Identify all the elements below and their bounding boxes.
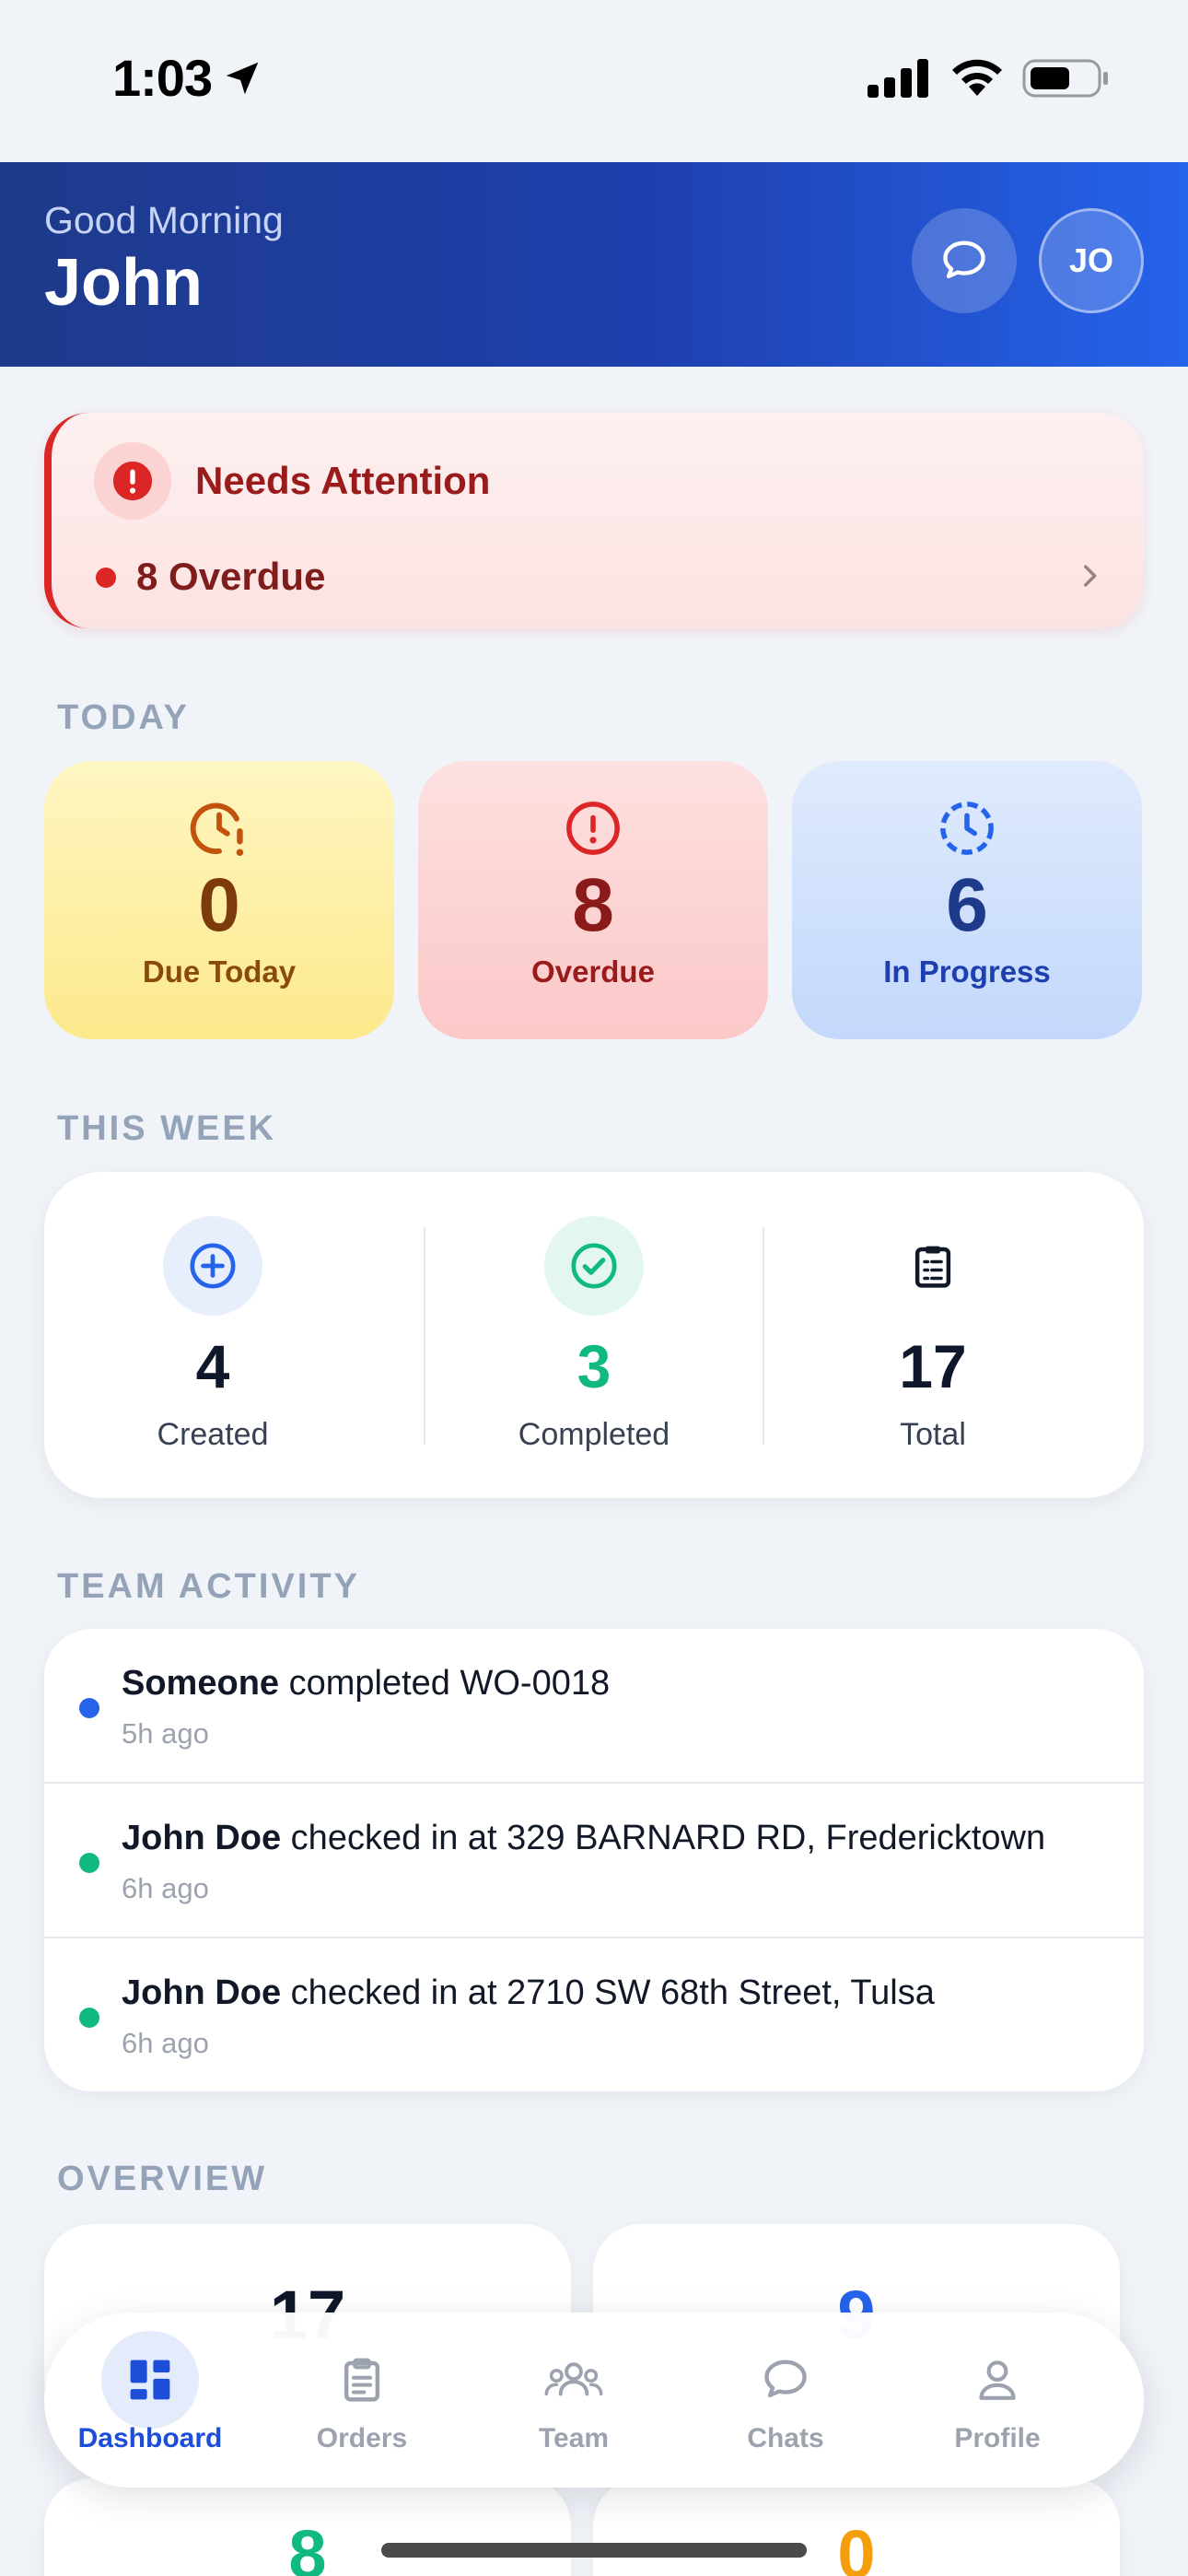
- overdue-card[interactable]: 8 Overdue: [418, 761, 768, 1039]
- cellular-signal-icon: [868, 59, 928, 98]
- due-today-card[interactable]: 0 Due Today: [44, 761, 394, 1039]
- nav-item-team[interactable]: Team: [468, 2313, 680, 2488]
- avatar[interactable]: JO: [1039, 208, 1144, 313]
- clipboard-list-icon: [914, 1246, 951, 1288]
- activity-dot: [79, 2008, 99, 2028]
- total-icon-badge: [883, 1216, 983, 1316]
- total-stat[interactable]: 17 Total: [764, 1172, 1101, 1498]
- team-icon-wrap: [525, 2331, 623, 2429]
- check-circle-icon: [571, 1243, 617, 1289]
- user-name: John: [44, 246, 203, 320]
- nav-label: Team: [538, 2423, 610, 2453]
- bottom-nav: Dashboard Orders Team Chats Profile: [44, 2313, 1144, 2488]
- nav-item-chats[interactable]: Chats: [680, 2313, 891, 2488]
- created-value: 4: [195, 1332, 230, 1400]
- greeting-text: Good Morning: [44, 199, 284, 241]
- activity-action: completed WO-0018: [279, 1664, 611, 1703]
- list-item[interactable]: John Doe checked in at 329 BARNARD RD, F…: [44, 1784, 1144, 1938]
- activity-actor: Someone: [122, 1664, 280, 1703]
- created-stat[interactable]: 4 Created: [44, 1172, 381, 1498]
- activity-text: John Doe checked in at 329 BARNARD RD, F…: [122, 1819, 1045, 1858]
- activity-time: 6h ago: [122, 1872, 209, 1904]
- total-label: Total: [900, 1417, 966, 1452]
- overview-value: 0: [837, 2516, 876, 2576]
- dashboard-icon: [130, 2359, 170, 2400]
- this-week-card: 4 Created 3 Completed 17 Total: [44, 1172, 1144, 1498]
- list-item[interactable]: Someone completed WO-0018 5h ago: [44, 1629, 1144, 1784]
- list-item[interactable]: John Doe checked in at 2710 SW 68th Stre…: [44, 1938, 1144, 2091]
- activity-text: John Doe checked in at 2710 SW 68th Stre…: [122, 1973, 935, 2013]
- clock-dashed-icon: [940, 802, 994, 855]
- overview-value: 8: [288, 2516, 327, 2576]
- total-value: 17: [899, 1332, 967, 1400]
- activity-dot: [79, 1698, 99, 1718]
- created-label: Created: [157, 1417, 269, 1452]
- clock-alert-icon: [190, 802, 244, 857]
- plus-circle-icon: [190, 1243, 236, 1289]
- section-label-today: TODAY: [57, 698, 190, 737]
- attention-title: Needs Attention: [195, 459, 491, 502]
- due-today-value: 0: [198, 863, 240, 947]
- completed-icon-badge: [544, 1216, 644, 1316]
- overdue-label: Overdue: [531, 954, 655, 989]
- overview-card[interactable]: 0: [593, 2478, 1120, 2576]
- dashboard-icon-wrap: [101, 2331, 199, 2429]
- nav-label: Profile: [954, 2423, 1041, 2453]
- orders-icon-wrap: [313, 2331, 411, 2429]
- in-progress-card[interactable]: 6 In Progress: [792, 761, 1142, 1039]
- team-icon: [544, 2362, 603, 2396]
- section-label-team-activity: TEAM ACTIVITY: [57, 1567, 360, 1606]
- nav-label: Dashboard: [77, 2423, 223, 2453]
- header: Good Morning John JO: [0, 162, 1188, 367]
- activity-actor: John Doe: [122, 1973, 282, 2012]
- nav-item-profile[interactable]: Profile: [891, 2313, 1103, 2488]
- profile-icon-wrap: [949, 2331, 1046, 2429]
- overdue-dot: [96, 568, 116, 588]
- section-label-this-week: THIS WEEK: [57, 1109, 277, 1148]
- section-label-overview: OVERVIEW: [57, 2160, 268, 2198]
- nav-label: Chats: [747, 2423, 824, 2453]
- location-arrow-icon: [226, 62, 259, 95]
- nav-item-dashboard[interactable]: Dashboard: [44, 2313, 256, 2488]
- profile-icon: [979, 2360, 1016, 2400]
- clipboard-icon: [344, 2358, 380, 2402]
- due-today-label: Due Today: [142, 954, 297, 989]
- chevron-right-icon: [1084, 565, 1097, 587]
- in-progress-value: 6: [946, 863, 988, 947]
- activity-time: 5h ago: [122, 1717, 209, 1750]
- status-time: 1:03: [112, 49, 213, 107]
- activity-action: checked in at 2710 SW 68th Street, Tulsa: [281, 1973, 935, 2012]
- completed-label: Completed: [518, 1417, 670, 1452]
- overdue-value: 8: [572, 863, 614, 947]
- nav-item-orders[interactable]: Orders: [256, 2313, 468, 2488]
- chat-bubble-icon: [943, 240, 985, 279]
- overdue-summary: 8 Overdue: [136, 555, 326, 598]
- activity-action: checked in at 329 BARNARD RD, Frederickt…: [281, 1819, 1046, 1857]
- in-progress-label: In Progress: [883, 954, 1051, 989]
- needs-attention-card[interactable]: Needs Attention 8 Overdue: [44, 413, 1144, 628]
- activity-time: 6h ago: [122, 2027, 209, 2059]
- chats-icon-wrap: [737, 2331, 834, 2429]
- chat-icon: [764, 2359, 807, 2398]
- activity-dot: [79, 1853, 99, 1873]
- completed-value: 3: [577, 1332, 611, 1400]
- completed-stat[interactable]: 3 Completed: [425, 1172, 763, 1498]
- alert-icon-badge: [94, 442, 171, 520]
- activity-actor: John Doe: [122, 1819, 282, 1857]
- activity-text: Someone completed WO-0018: [122, 1664, 610, 1704]
- wifi-icon: [952, 59, 1002, 96]
- home-indicator: [381, 2543, 807, 2558]
- battery-icon: [1022, 59, 1108, 98]
- messages-button[interactable]: [912, 208, 1017, 313]
- alert-circle-icon: [566, 802, 620, 855]
- alert-circle-icon: [112, 461, 153, 501]
- overview-card[interactable]: 8: [44, 2478, 571, 2576]
- nav-label: Orders: [316, 2423, 408, 2453]
- team-activity-list: Someone completed WO-0018 5h ago John Do…: [44, 1629, 1144, 2091]
- created-icon-badge: [163, 1216, 262, 1316]
